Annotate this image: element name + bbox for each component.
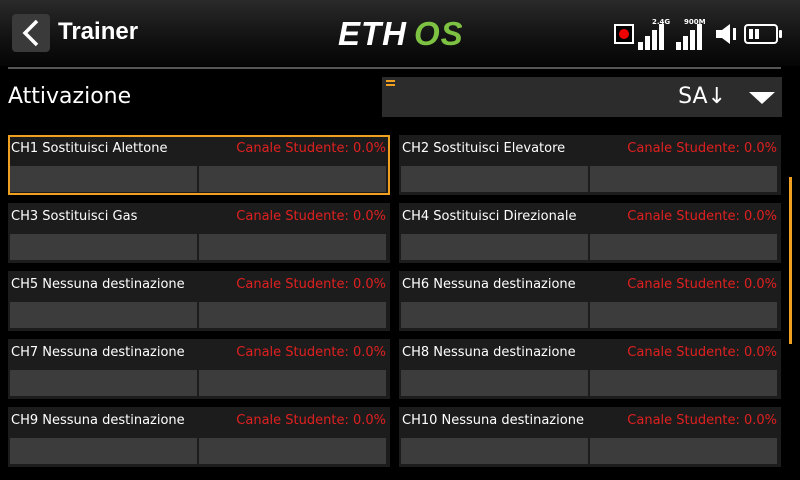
channel-ch7[interactable]: CH7 Nessuna destinazione Canale Studente… <box>8 339 390 399</box>
student-channel-value: Canale Studente: 0.0% <box>627 141 777 156</box>
channel-name: CH1 Sostituisci Alettone <box>11 141 168 156</box>
channel-field-right[interactable] <box>590 438 777 464</box>
record-icon <box>614 24 634 44</box>
channel-ch6[interactable]: CH6 Nessuna destinazione Canale Studente… <box>399 271 781 331</box>
ethos-logo: ETH OS <box>338 15 462 50</box>
channel-field-right[interactable] <box>199 302 386 328</box>
header-bar: Trainer ETH OS 2.4G 900M <box>0 0 800 66</box>
dropdown-arrow-icon <box>749 92 775 104</box>
activation-label: Attivazione <box>8 84 132 109</box>
channel-ch1[interactable]: CH1 Sostituisci Alettone Canale Studente… <box>8 135 390 195</box>
svg-text:ETH: ETH <box>338 15 407 50</box>
speaker-icon <box>716 24 736 44</box>
channel-field-left[interactable] <box>401 234 588 260</box>
status-area: 2.4G 900M <box>610 14 800 50</box>
channel-field-right[interactable] <box>199 370 386 396</box>
channel-field-left[interactable] <box>10 370 197 396</box>
student-channel-value: Canale Studente: 0.0% <box>236 209 386 224</box>
channel-name: CH4 Sostituisci Direzionale <box>402 209 577 224</box>
channel-name: CH7 Nessuna destinazione <box>11 345 185 360</box>
channel-name: CH9 Nessuna destinazione <box>11 413 185 428</box>
scrollbar[interactable] <box>789 177 792 344</box>
channel-name: CH10 Nessuna destinazione <box>402 413 584 428</box>
svg-text:OS: OS <box>414 15 462 50</box>
signal-900m-icon: 900M <box>676 18 710 50</box>
student-channel-value: Canale Studente: 0.0% <box>236 277 386 292</box>
channel-field-left[interactable] <box>10 234 197 260</box>
student-channel-value: Canale Studente: 0.0% <box>627 277 777 292</box>
channel-field-right[interactable] <box>199 166 386 192</box>
channel-ch5[interactable]: CH5 Nessuna destinazione Canale Studente… <box>8 271 390 331</box>
channel-ch10[interactable]: CH10 Nessuna destinazione Canale Student… <box>399 407 781 467</box>
channel-field-left[interactable] <box>401 438 588 464</box>
channel-field-right[interactable] <box>590 166 777 192</box>
back-button[interactable] <box>12 14 50 52</box>
channel-ch8[interactable]: CH8 Nessuna destinazione Canale Studente… <box>399 339 781 399</box>
student-channel-value: Canale Studente: 0.0% <box>627 345 777 360</box>
channel-field-right[interactable] <box>199 234 386 260</box>
channel-name: CH5 Nessuna destinazione <box>11 277 185 292</box>
student-channel-value: Canale Studente: 0.0% <box>236 413 386 428</box>
channel-field-right[interactable] <box>590 234 777 260</box>
channel-field-left[interactable] <box>401 370 588 396</box>
channel-field-left[interactable] <box>10 302 197 328</box>
channel-field-right[interactable] <box>199 438 386 464</box>
student-channel-value: Canale Studente: 0.0% <box>236 345 386 360</box>
channel-name: CH3 Sostituisci Gas <box>11 209 138 224</box>
activation-value: SA↓ <box>678 84 726 109</box>
channel-field-left[interactable] <box>10 438 197 464</box>
signal-24g-icon: 2.4G <box>638 18 672 50</box>
channel-field-left[interactable] <box>401 302 588 328</box>
channel-field-left[interactable] <box>401 166 588 192</box>
channel-field-left[interactable] <box>10 166 197 192</box>
channel-field-right[interactable] <box>590 302 777 328</box>
student-channel-value: Canale Studente: 0.0% <box>627 209 777 224</box>
channel-name: CH2 Sostituisci Elevatore <box>402 141 566 156</box>
student-channel-value: Canale Studente: 0.0% <box>627 413 777 428</box>
page-title: Trainer <box>58 18 139 45</box>
channel-name: CH6 Nessuna destinazione <box>402 277 576 292</box>
channel-ch2[interactable]: CH2 Sostituisci Elevatore Canale Student… <box>399 135 781 195</box>
channel-name: CH8 Nessuna destinazione <box>402 345 576 360</box>
signal-900m-label: 900M <box>684 18 706 26</box>
battery-icon <box>744 24 782 44</box>
header-divider <box>8 67 781 69</box>
chevron-left-icon <box>22 19 39 47</box>
channel-ch3[interactable]: CH3 Sostituisci Gas Canale Studente: 0.0… <box>8 203 390 263</box>
menu-icon <box>386 80 395 88</box>
student-channel-value: Canale Studente: 0.0% <box>236 141 386 156</box>
activation-select[interactable]: SA↓ <box>382 77 782 117</box>
channel-field-right[interactable] <box>590 370 777 396</box>
channel-ch4[interactable]: CH4 Sostituisci Direzionale Canale Stude… <box>399 203 781 263</box>
channel-ch9[interactable]: CH9 Nessuna destinazione Canale Studente… <box>8 407 390 467</box>
